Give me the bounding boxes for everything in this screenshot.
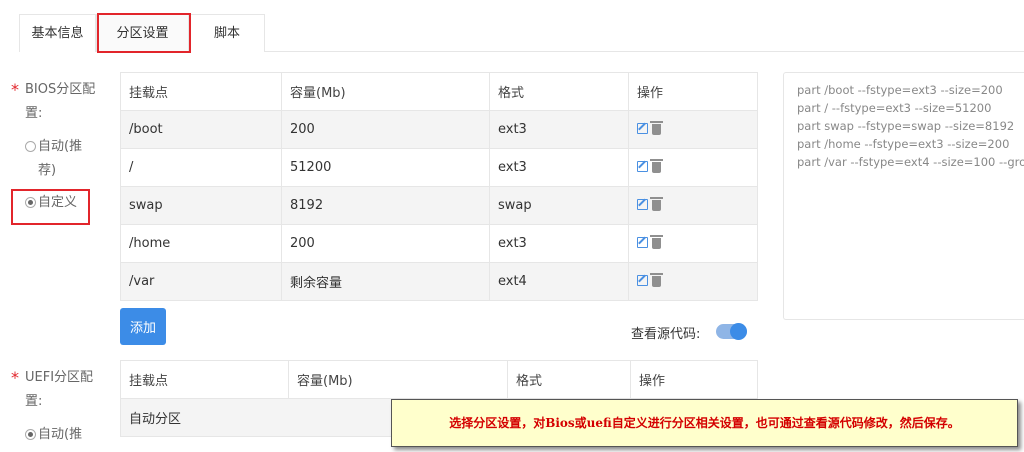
table-header-row: 挂载点 容量(Mb) 格式 操作: [120, 360, 758, 399]
view-source-toggle[interactable]: [716, 323, 747, 340]
tab-basic-info[interactable]: 基本信息: [19, 14, 96, 52]
cell-actions: [628, 148, 758, 187]
cell-size: 8192: [281, 186, 490, 225]
column-header-format: 格式: [489, 72, 629, 111]
cell-mount: /home: [120, 224, 282, 263]
cell-actions: [628, 186, 758, 225]
cell-size: 剩余容量: [281, 262, 490, 301]
cell-size: 51200: [281, 148, 490, 187]
uefi-partition-label: UEFI分区配置:: [25, 370, 94, 409]
trash-icon[interactable]: [650, 196, 663, 211]
tab-script[interactable]: 脚本: [189, 14, 265, 52]
cell-format: ext4: [489, 262, 629, 301]
column-header-mount: 挂载点: [120, 360, 289, 399]
toggle-knob: [730, 323, 747, 340]
column-header-size: 容量(Mb): [281, 72, 490, 111]
cell-size: 200: [281, 224, 490, 263]
cell-format: swap: [489, 186, 629, 225]
cell-size: 200: [281, 110, 490, 149]
edit-icon[interactable]: [637, 160, 648, 172]
cell-format: ext3: [489, 110, 629, 149]
radio-checked-icon: [25, 197, 36, 208]
column-header-actions: 操作: [630, 360, 758, 399]
radio-unchecked-icon: [25, 141, 36, 152]
bios-radio-custom-label: 自定义: [38, 195, 78, 210]
bios-partition-table: 挂载点 容量(Mb) 格式 操作 /boot 200 ext3 / 51200 …: [120, 72, 758, 301]
bios-partition-label: BIOS分区配置:: [25, 82, 96, 121]
cell-actions: [628, 110, 758, 149]
table-row: swap 8192 swap: [120, 186, 758, 225]
column-header-mount: 挂载点: [120, 72, 282, 111]
required-asterisk: *: [11, 368, 19, 387]
view-source-label: 查看源代码:: [631, 327, 701, 342]
table-row: /home 200 ext3: [120, 224, 758, 263]
edit-icon[interactable]: [637, 274, 648, 286]
edit-icon[interactable]: [637, 198, 648, 210]
cell-actions: [628, 262, 758, 301]
bios-radio-auto-label: 自动(推荐): [38, 139, 83, 178]
cell-mount: /boot: [120, 110, 282, 149]
trash-icon[interactable]: [650, 272, 663, 287]
tab-partition-settings[interactable]: 分区设置: [96, 14, 189, 52]
source-code-panel[interactable]: part /boot --fstype=ext3 --size=200 part…: [783, 72, 1024, 320]
cell-format: ext3: [489, 148, 629, 187]
cell-actions: [628, 224, 758, 263]
required-asterisk: *: [11, 80, 19, 99]
column-header-format: 格式: [507, 360, 631, 399]
table-header-row: 挂载点 容量(Mb) 格式 操作: [120, 72, 758, 111]
edit-icon[interactable]: [637, 122, 648, 134]
trash-icon[interactable]: [650, 158, 663, 173]
cell-mount: swap: [120, 186, 282, 225]
column-header-size: 容量(Mb): [288, 360, 508, 399]
trash-icon[interactable]: [650, 120, 663, 135]
table-row: / 51200 ext3: [120, 148, 758, 187]
radio-checked-icon: [25, 429, 36, 440]
table-row: /var 剩余容量 ext4: [120, 262, 758, 301]
table-row: /boot 200 ext3: [120, 110, 758, 149]
column-header-actions: 操作: [628, 72, 758, 111]
bios-radio-custom[interactable]: 自定义: [25, 191, 97, 215]
annotation-note: 选择分区设置，对Bios或uefi自定义进行分区相关设置，也可通过查看源代码修改…: [391, 399, 1018, 447]
cell-format: ext3: [489, 224, 629, 263]
trash-icon[interactable]: [650, 234, 663, 249]
cell-mount: /var: [120, 262, 282, 301]
cell-mount: /: [120, 148, 282, 187]
bios-radio-auto[interactable]: 自动(推荐): [25, 135, 97, 183]
edit-icon[interactable]: [637, 236, 648, 248]
tab-bar: 基本信息 分区设置 脚本: [19, 14, 1024, 52]
uefi-radio-auto[interactable]: 自动(推: [25, 423, 97, 447]
add-partition-button[interactable]: 添加: [120, 308, 166, 345]
uefi-radio-auto-label: 自动(推: [38, 427, 83, 442]
